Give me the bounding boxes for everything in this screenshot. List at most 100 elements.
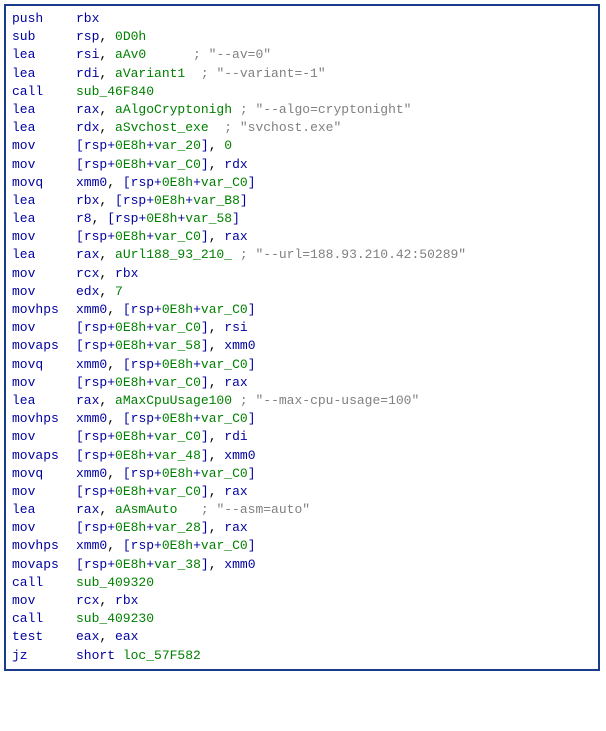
asm-line[interactable]: movrcx, rbx <box>12 592 592 610</box>
token-plus: + <box>146 557 154 572</box>
token-ident: var_28 <box>154 520 201 535</box>
token-reg: eax <box>76 629 99 644</box>
asm-line[interactable]: callsub_409320 <box>12 574 592 592</box>
token-reg: xmm0 <box>76 357 107 372</box>
token-comma: , <box>99 29 115 44</box>
mnemonic: mov <box>12 137 76 155</box>
asm-line[interactable]: movaps[rsp+0E8h+var_48], xmm0 <box>12 447 592 465</box>
token-pad <box>177 502 200 517</box>
asm-line[interactable]: learax, aUrl188_93_210_ ; "--url=188.93.… <box>12 246 592 264</box>
operands: rsi, aAv0 ; "--av=0" <box>76 46 271 64</box>
asm-line[interactable]: learbx, [rsp+0E8h+var_B8] <box>12 192 592 210</box>
token-bracket: ] <box>201 448 209 463</box>
token-num: 7 <box>115 284 123 299</box>
asm-line[interactable]: movaps[rsp+0E8h+var_38], xmm0 <box>12 556 592 574</box>
asm-line[interactable]: movhpsxmm0, [rsp+0E8h+var_C0] <box>12 537 592 555</box>
token-reg: rsp <box>84 229 107 244</box>
asm-line[interactable]: mov[rsp+0E8h+var_20], 0 <box>12 137 592 155</box>
token-plus: + <box>146 193 154 208</box>
token-bracket: [ <box>76 448 84 463</box>
asm-line[interactable]: movqxmm0, [rsp+0E8h+var_C0] <box>12 356 592 374</box>
asm-line[interactable]: movqxmm0, [rsp+0E8h+var_C0] <box>12 174 592 192</box>
asm-line[interactable]: learax, aAlgoCryptonigh ; "--algo=crypto… <box>12 101 592 119</box>
token-reg: r8 <box>76 211 92 226</box>
mnemonic: mov <box>12 283 76 301</box>
token-bracket: [ <box>115 193 123 208</box>
token-plus: + <box>154 302 162 317</box>
operands: xmm0, [rsp+0E8h+var_C0] <box>76 174 256 192</box>
asm-line[interactable]: jzshort loc_57F582 <box>12 647 592 665</box>
operands: rcx, rbx <box>76 592 138 610</box>
token-ident: aAsmAuto <box>115 502 177 517</box>
token-num: 0E8h <box>115 448 146 463</box>
token-bracket: [ <box>76 338 84 353</box>
token-num: 0E8h <box>162 302 193 317</box>
token-bracket: ] <box>201 520 209 535</box>
asm-line[interactable]: lear8, [rsp+0E8h+var_58] <box>12 210 592 228</box>
asm-line[interactable]: leardi, aVariant1 ; "--variant=-1" <box>12 65 592 83</box>
token-bracket: ] <box>201 229 209 244</box>
asm-line[interactable]: callsub_46F840 <box>12 83 592 101</box>
token-plus: + <box>154 411 162 426</box>
asm-line[interactable]: movedx, 7 <box>12 283 592 301</box>
asm-line[interactable]: mov[rsp+0E8h+var_C0], rdx <box>12 156 592 174</box>
mnemonic: lea <box>12 192 76 210</box>
token-reg: rsp <box>131 411 154 426</box>
asm-line[interactable]: mov[rsp+0E8h+var_C0], rsi <box>12 319 592 337</box>
token-plus: + <box>146 484 154 499</box>
token-bracket: ] <box>201 375 209 390</box>
mnemonic: mov <box>12 374 76 392</box>
asm-line[interactable]: subrsp, 0D0h <box>12 28 592 46</box>
token-reg: rcx <box>76 266 99 281</box>
token-comma: , <box>107 175 123 190</box>
operands: xmm0, [rsp+0E8h+var_C0] <box>76 301 256 319</box>
token-num: 0E8h <box>115 520 146 535</box>
token-plus: + <box>154 357 162 372</box>
token-reg: rsp <box>84 557 107 572</box>
token-bracket: [ <box>76 520 84 535</box>
token-reg: rsp <box>84 520 107 535</box>
asm-line[interactable]: movhpsxmm0, [rsp+0E8h+var_C0] <box>12 410 592 428</box>
token-comma: , <box>209 229 225 244</box>
asm-line[interactable]: mov[rsp+0E8h+var_C0], rdi <box>12 428 592 446</box>
token-comment: ; "--url=188.93.210.42:50289" <box>240 247 466 262</box>
asm-line[interactable]: learax, aAsmAuto ; "--asm=auto" <box>12 501 592 519</box>
mnemonic: movhps <box>12 537 76 555</box>
token-comma: , <box>107 411 123 426</box>
asm-line[interactable]: testeax, eax <box>12 628 592 646</box>
token-comma: , <box>99 502 115 517</box>
asm-line[interactable]: learax, aMaxCpuUsage100 ; "--max-cpu-usa… <box>12 392 592 410</box>
token-comment: ; "--av=0" <box>193 47 271 62</box>
asm-line[interactable]: movqxmm0, [rsp+0E8h+var_C0] <box>12 465 592 483</box>
token-bracket: ] <box>201 484 209 499</box>
asm-line[interactable]: mov[rsp+0E8h+var_C0], rax <box>12 483 592 501</box>
operands: [rsp+0E8h+var_C0], rdi <box>76 428 248 446</box>
asm-line[interactable]: mov[rsp+0E8h+var_28], rax <box>12 519 592 537</box>
token-ident: var_58 <box>185 211 232 226</box>
token-bracket: ] <box>232 211 240 226</box>
token-plus: + <box>146 229 154 244</box>
token-reg: xmm0 <box>76 538 107 553</box>
asm-line[interactable]: pushrbx <box>12 10 592 28</box>
token-comment: ; "--max-cpu-usage=100" <box>240 393 419 408</box>
asm-line[interactable]: movhpsxmm0, [rsp+0E8h+var_C0] <box>12 301 592 319</box>
token-ident: var_C0 <box>154 375 201 390</box>
asm-line[interactable]: leardx, aSvchost_exe ; "svchost.exe" <box>12 119 592 137</box>
token-bracket: ] <box>248 357 256 372</box>
operands: rax, aAsmAuto ; "--asm=auto" <box>76 501 310 519</box>
asm-line[interactable]: movaps[rsp+0E8h+var_58], xmm0 <box>12 337 592 355</box>
token-reg: rdi <box>224 429 247 444</box>
asm-line[interactable]: learsi, aAv0 ; "--av=0" <box>12 46 592 64</box>
token-pad <box>185 66 201 81</box>
token-reg: rsi <box>224 320 247 335</box>
asm-line[interactable]: movrcx, rbx <box>12 265 592 283</box>
asm-line[interactable]: mov[rsp+0E8h+var_C0], rax <box>12 374 592 392</box>
operands: sub_46F840 <box>76 83 154 101</box>
token-bracket: ] <box>248 302 256 317</box>
token-reg: rdx <box>76 120 99 135</box>
token-reg: xmm0 <box>76 466 107 481</box>
asm-line[interactable]: callsub_409230 <box>12 610 592 628</box>
token-num: 0E8h <box>115 375 146 390</box>
token-comma: , <box>209 520 225 535</box>
asm-line[interactable]: mov[rsp+0E8h+var_C0], rax <box>12 228 592 246</box>
